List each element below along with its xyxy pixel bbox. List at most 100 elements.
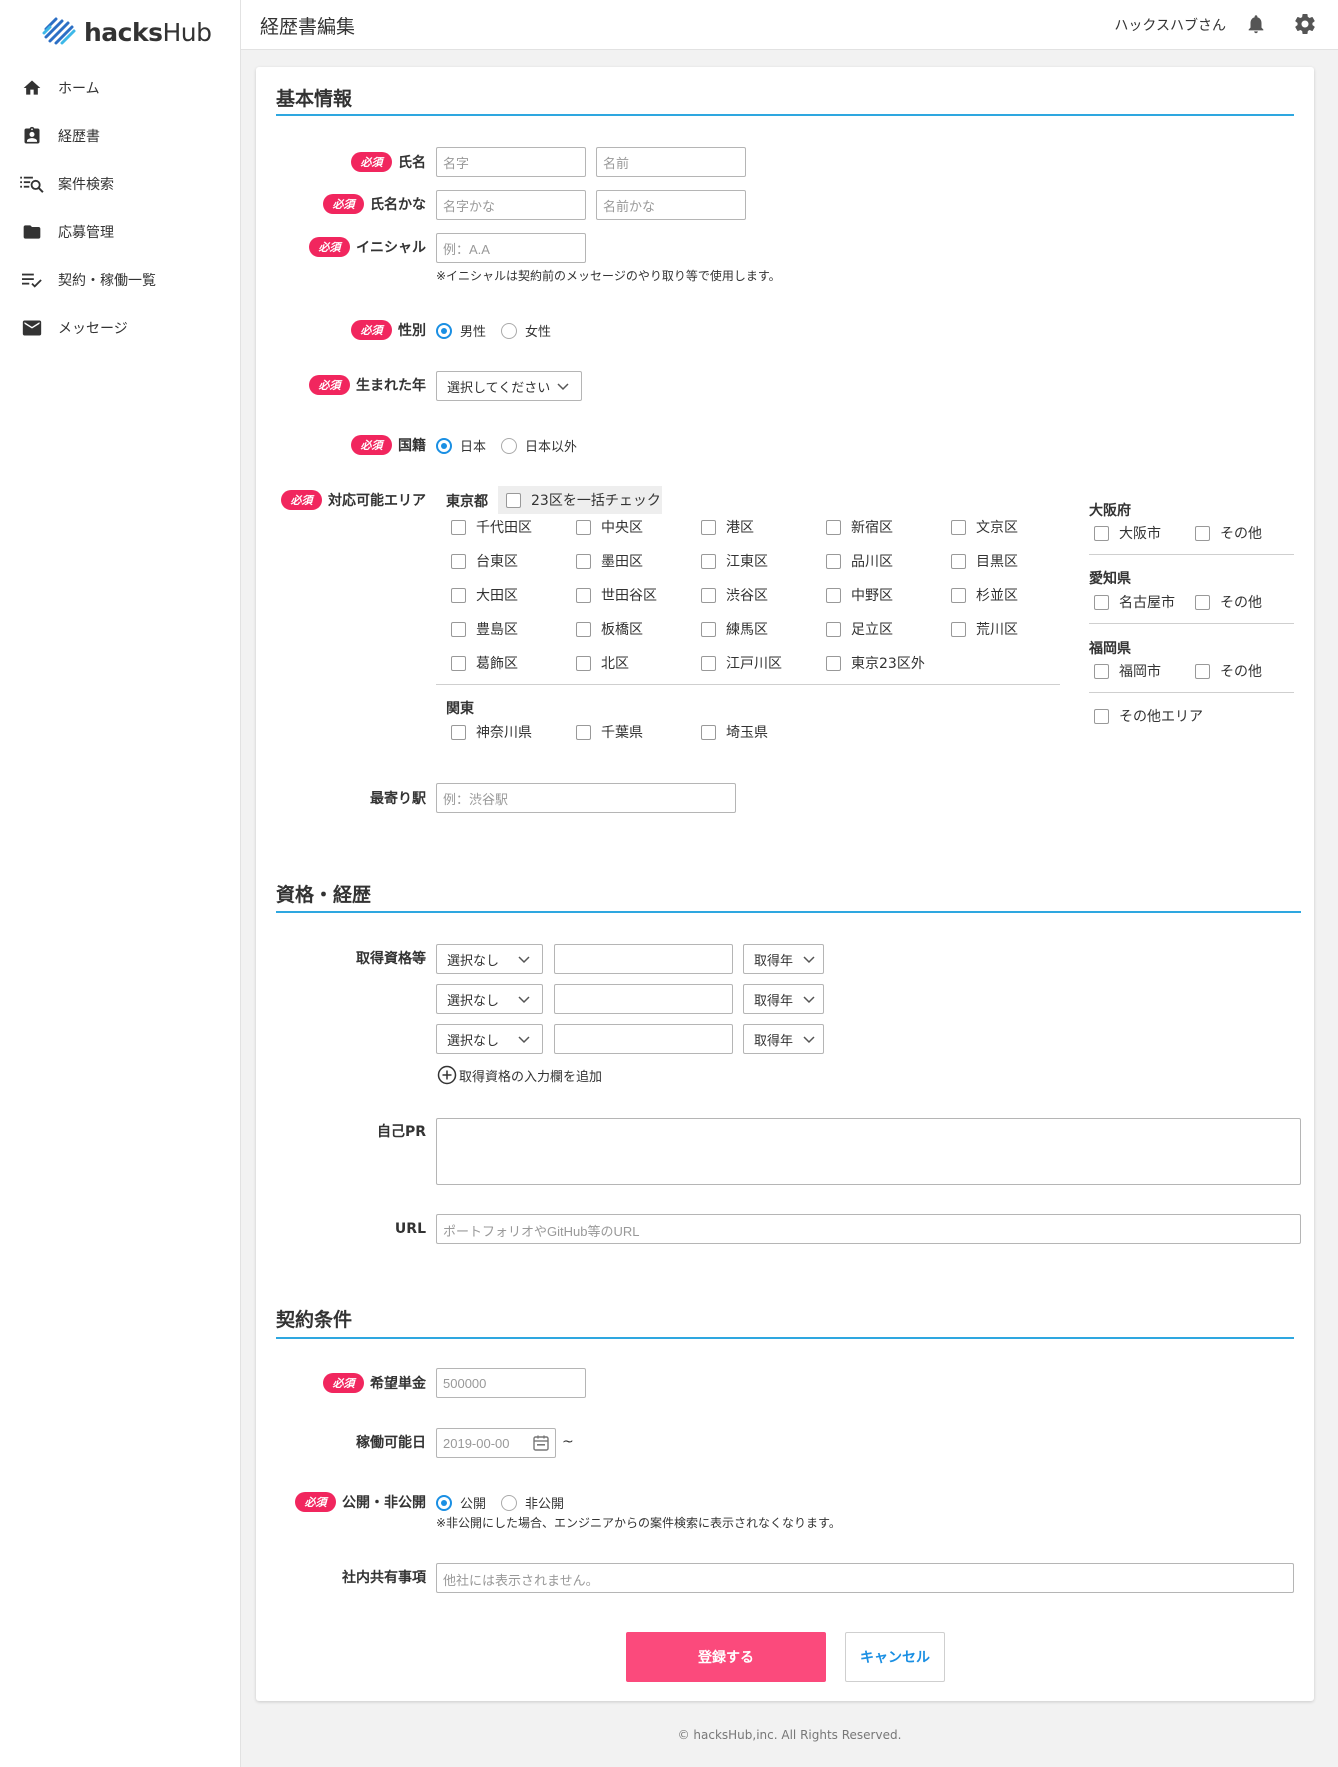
certification-select[interactable]: 選択なし — [436, 944, 543, 974]
publish-private-radio[interactable]: 非公開 — [501, 1493, 564, 1512]
cancel-button[interactable]: キャンセル — [845, 1632, 945, 1682]
sidebar-item-home[interactable]: ホーム — [0, 64, 240, 112]
ward-checkbox[interactable]: 世田谷区 — [576, 585, 657, 605]
ward-checkbox[interactable]: 板橋区 — [576, 619, 643, 639]
top-header: 経歴書編集 ハックスハブさん — [241, 0, 1338, 50]
initial-input[interactable]: 例：A.A — [436, 233, 586, 263]
ward-checkbox[interactable]: 荒川区 — [951, 619, 1018, 639]
area-checkbox[interactable]: その他 — [1195, 592, 1262, 612]
desired-price-input[interactable]: 500000 — [436, 1368, 586, 1398]
ward-checkbox[interactable]: 文京区 — [951, 517, 1018, 537]
hackshub-logo-icon — [42, 17, 76, 45]
ward-checkbox[interactable]: 目黒区 — [951, 551, 1018, 571]
section-title-basic: 基本情報 — [276, 88, 353, 110]
nationality-label: 必須 国籍 — [351, 433, 426, 457]
url-input[interactable]: ポートフォリオやGitHub等のURL — [436, 1214, 1301, 1244]
area-checkbox[interactable]: 神奈川県 — [451, 722, 532, 742]
area-checkbox[interactable]: その他 — [1195, 661, 1262, 681]
fukuoka-heading: 福岡県 — [1089, 641, 1131, 657]
divider — [1089, 692, 1294, 693]
area-checkbox[interactable]: 埼玉県 — [701, 722, 768, 742]
ward-checkbox[interactable]: 杉並区 — [951, 585, 1018, 605]
check-all-23-wards[interactable]: 23区を一括チェック — [498, 486, 662, 514]
area-checkbox[interactable]: 大阪市 — [1094, 523, 1161, 543]
certification-name-input[interactable] — [554, 944, 733, 974]
ward-checkbox[interactable]: 葛飾区 — [451, 653, 518, 673]
birth-year-label: 必須 生まれた年 — [309, 373, 426, 397]
kana-label: 必須 氏名かな — [323, 192, 426, 216]
first-name-kana-input[interactable]: 名前かな — [596, 190, 746, 220]
section-divider — [276, 114, 1294, 116]
chevron-down-icon — [557, 383, 569, 391]
internal-notes-input[interactable]: 他社には表示されません。 — [436, 1563, 1294, 1593]
ward-checkbox[interactable]: 大田区 — [451, 585, 518, 605]
section-title-contract: 契約条件 — [276, 1309, 353, 1331]
nationality-japan-radio[interactable]: 日本 — [436, 436, 486, 455]
chevron-down-icon — [803, 1036, 815, 1044]
checklist-icon — [20, 268, 44, 292]
area-label: 必須 対応可能エリア — [281, 488, 426, 512]
ward-checkbox[interactable]: 新宿区 — [826, 517, 893, 537]
certification-name-input[interactable] — [554, 984, 733, 1014]
osaka-heading: 大阪府 — [1089, 503, 1131, 519]
last-name-input[interactable]: 名字 — [436, 147, 586, 177]
ward-checkbox[interactable]: 足立区 — [826, 619, 893, 639]
ward-checkbox[interactable]: 台東区 — [451, 551, 518, 571]
calendar-icon[interactable] — [532, 1434, 550, 1452]
ward-checkbox[interactable]: 品川区 — [826, 551, 893, 571]
divider — [1089, 623, 1294, 624]
certification-name-input[interactable] — [554, 1024, 733, 1054]
sidebar-item-resume[interactable]: 経歴書 — [0, 112, 240, 160]
certification-label: 取得資格等 — [356, 951, 426, 967]
ward-checkbox[interactable]: 渋谷区 — [701, 585, 768, 605]
area-checkbox[interactable]: その他 — [1195, 523, 1262, 543]
gear-icon[interactable] — [1293, 12, 1317, 36]
plus-circle-icon — [437, 1065, 457, 1085]
add-certification-button[interactable]: 取得資格の入力欄を追加 — [437, 1065, 602, 1085]
divider — [1089, 554, 1294, 555]
station-input[interactable]: 例：渋谷駅 — [436, 783, 736, 813]
gender-female-radio[interactable]: 女性 — [501, 321, 551, 340]
publish-public-radio[interactable]: 公開 — [436, 1493, 486, 1512]
area-checkbox[interactable]: 福岡市 — [1094, 661, 1161, 681]
ward-checkbox[interactable]: 豊島区 — [451, 619, 518, 639]
ward-checkbox[interactable]: 練馬区 — [701, 619, 768, 639]
ward-checkbox[interactable]: 北区 — [576, 653, 629, 673]
area-checkbox[interactable]: 名古屋市 — [1094, 592, 1175, 612]
certification-select[interactable]: 選択なし — [436, 1024, 543, 1054]
ward-checkbox[interactable]: 東京23区外 — [826, 653, 925, 673]
ward-checkbox[interactable]: 江東区 — [701, 551, 768, 571]
user-name[interactable]: ハックスハブさん — [1114, 15, 1226, 35]
sidebar-item-applications[interactable]: 応募管理 — [0, 208, 240, 256]
page-title: 経歴書編集 — [260, 16, 356, 38]
chevron-down-icon — [518, 1036, 530, 1044]
mail-icon — [20, 316, 44, 340]
gender-male-radio[interactable]: 男性 — [436, 321, 486, 340]
ward-checkbox[interactable]: 中央区 — [576, 517, 643, 537]
ward-checkbox[interactable]: 墨田区 — [576, 551, 643, 571]
certification-year-select[interactable]: 取得年 — [743, 944, 824, 974]
last-name-kana-input[interactable]: 名字かな — [436, 190, 586, 220]
logo[interactable]: hacksHub — [42, 15, 212, 49]
required-badge: 必須 — [309, 375, 350, 395]
nationality-other-radio[interactable]: 日本以外 — [501, 436, 577, 455]
birth-year-select[interactable]: 選択してください — [436, 371, 582, 401]
other-area-checkbox[interactable]: その他エリア — [1094, 706, 1203, 726]
area-checkbox[interactable]: 千葉県 — [576, 722, 643, 742]
certification-year-select[interactable]: 取得年 — [743, 984, 824, 1014]
sidebar-item-search[interactable]: 案件検索 — [0, 160, 240, 208]
logo-text: hacksHub — [84, 17, 212, 47]
ward-checkbox[interactable]: 江戸川区 — [701, 653, 782, 673]
sidebar-item-contracts[interactable]: 契約・稼働一覧 — [0, 256, 240, 304]
first-name-input[interactable]: 名前 — [596, 147, 746, 177]
required-badge: 必須 — [351, 435, 392, 455]
certification-select[interactable]: 選択なし — [436, 984, 543, 1014]
ward-checkbox[interactable]: 港区 — [701, 517, 754, 537]
bell-icon[interactable] — [1245, 13, 1267, 35]
ward-checkbox[interactable]: 千代田区 — [451, 517, 532, 537]
self-pr-textarea[interactable] — [436, 1118, 1301, 1185]
sidebar-item-messages[interactable]: メッセージ — [0, 304, 240, 352]
ward-checkbox[interactable]: 中野区 — [826, 585, 893, 605]
certification-year-select[interactable]: 取得年 — [743, 1024, 824, 1054]
submit-button[interactable]: 登録する — [626, 1632, 826, 1682]
